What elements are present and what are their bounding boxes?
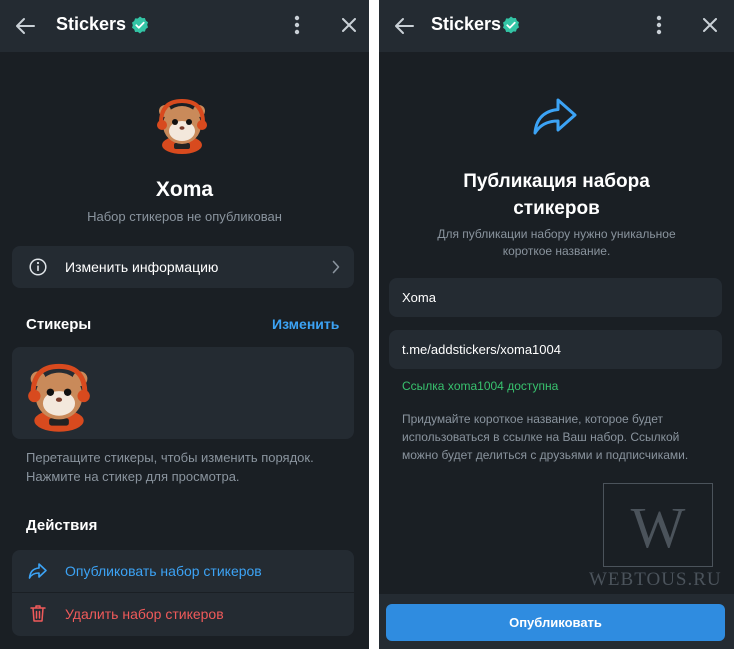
set-name-field[interactable]: Xoma [389, 278, 722, 317]
trash-icon [30, 605, 46, 622]
delete-set-label: Удалить набор стикеров [65, 606, 224, 622]
short-link-field[interactable]: t.me/addstickers/xoma1004 [389, 330, 722, 369]
short-name-help-line: использоваться в ссылке на Ваш набор. Сс… [402, 430, 680, 444]
footer-bar: Опубликовать [379, 594, 734, 649]
header-bar: Stickers [379, 0, 734, 52]
sticker-set-thumbnail [157, 98, 207, 154]
watermark-text: WEBTOUS.RU [589, 569, 722, 590]
header-title: Stickers [431, 14, 502, 34]
more-menu-icon[interactable] [294, 15, 300, 35]
short-link-value: t.me/addstickers/xoma1004 [402, 342, 561, 357]
edit-stickers-link[interactable]: Изменить [272, 316, 339, 332]
publish-button[interactable]: Опубликовать [386, 604, 725, 641]
publish-description-line: короткое название. [502, 244, 611, 258]
header-bar: Stickers [0, 0, 369, 52]
publish-title: Публикация набора стикеров [379, 168, 734, 222]
publish-set-label: Опубликовать набор стикеров [65, 563, 262, 579]
header-title: Stickers [56, 14, 127, 34]
publish-set-panel: Stickers Публикация набора стикеров Для … [379, 0, 734, 649]
back-arrow-icon[interactable] [393, 16, 415, 36]
reorder-hint: Перетащите стикеры, чтобы изменить поряд… [26, 448, 314, 486]
more-menu-icon[interactable] [656, 15, 662, 35]
chevron-right-icon [332, 260, 340, 274]
set-name: Xoma [155, 178, 214, 201]
verified-icon [132, 16, 148, 34]
publish-title-line: стикеров [513, 198, 600, 219]
watermark-logo: W [603, 483, 713, 567]
back-arrow-icon[interactable] [14, 16, 36, 36]
set-name-value: Xoma [402, 290, 436, 305]
short-name-help-line: Придумайте короткое название, которое бу… [402, 412, 663, 426]
verified-icon [503, 16, 519, 34]
close-icon[interactable] [342, 18, 356, 32]
publish-description: Для публикации набору нужно уникальное к… [379, 226, 734, 260]
close-icon[interactable] [703, 18, 717, 32]
short-name-help: Придумайте короткое название, которое бу… [402, 410, 688, 464]
share-arrow-icon [533, 98, 577, 135]
reorder-hint-line: Перетащите стикеры, чтобы изменить поряд… [26, 450, 314, 465]
watermark-logo-letter: W [630, 495, 686, 560]
edit-info-label: Изменить информацию [65, 259, 219, 275]
publish-title-line: Публикация набора [463, 171, 650, 192]
reorder-hint-line: Нажмите на стикер для просмотра. [26, 469, 240, 484]
publish-set-row[interactable]: Опубликовать набор стикеров [12, 550, 354, 592]
info-icon [29, 258, 47, 276]
actions-card: Опубликовать набор стикеров Удалить набо… [12, 550, 354, 636]
stickers-heading: Стикеры [26, 316, 92, 333]
edit-info-row[interactable]: Изменить информацию [12, 246, 354, 288]
delete-set-row[interactable]: Удалить набор стикеров [12, 593, 354, 636]
publish-description-line: Для публикации набору нужно уникальное [437, 227, 676, 241]
short-name-help-line: можно будет делиться с друзьями и подпис… [402, 448, 689, 462]
actions-heading: Действия [26, 517, 98, 534]
sticker-set-panel: Stickers Xoma Набор стикеров не опублико… [0, 0, 369, 649]
sticker-item[interactable] [22, 359, 96, 433]
availability-status: Ссылка xoma1004 доступна [402, 379, 559, 393]
share-arrow-icon [28, 563, 47, 579]
set-status: Набор стикеров не опубликован [87, 209, 282, 224]
stickers-grid [12, 347, 354, 439]
